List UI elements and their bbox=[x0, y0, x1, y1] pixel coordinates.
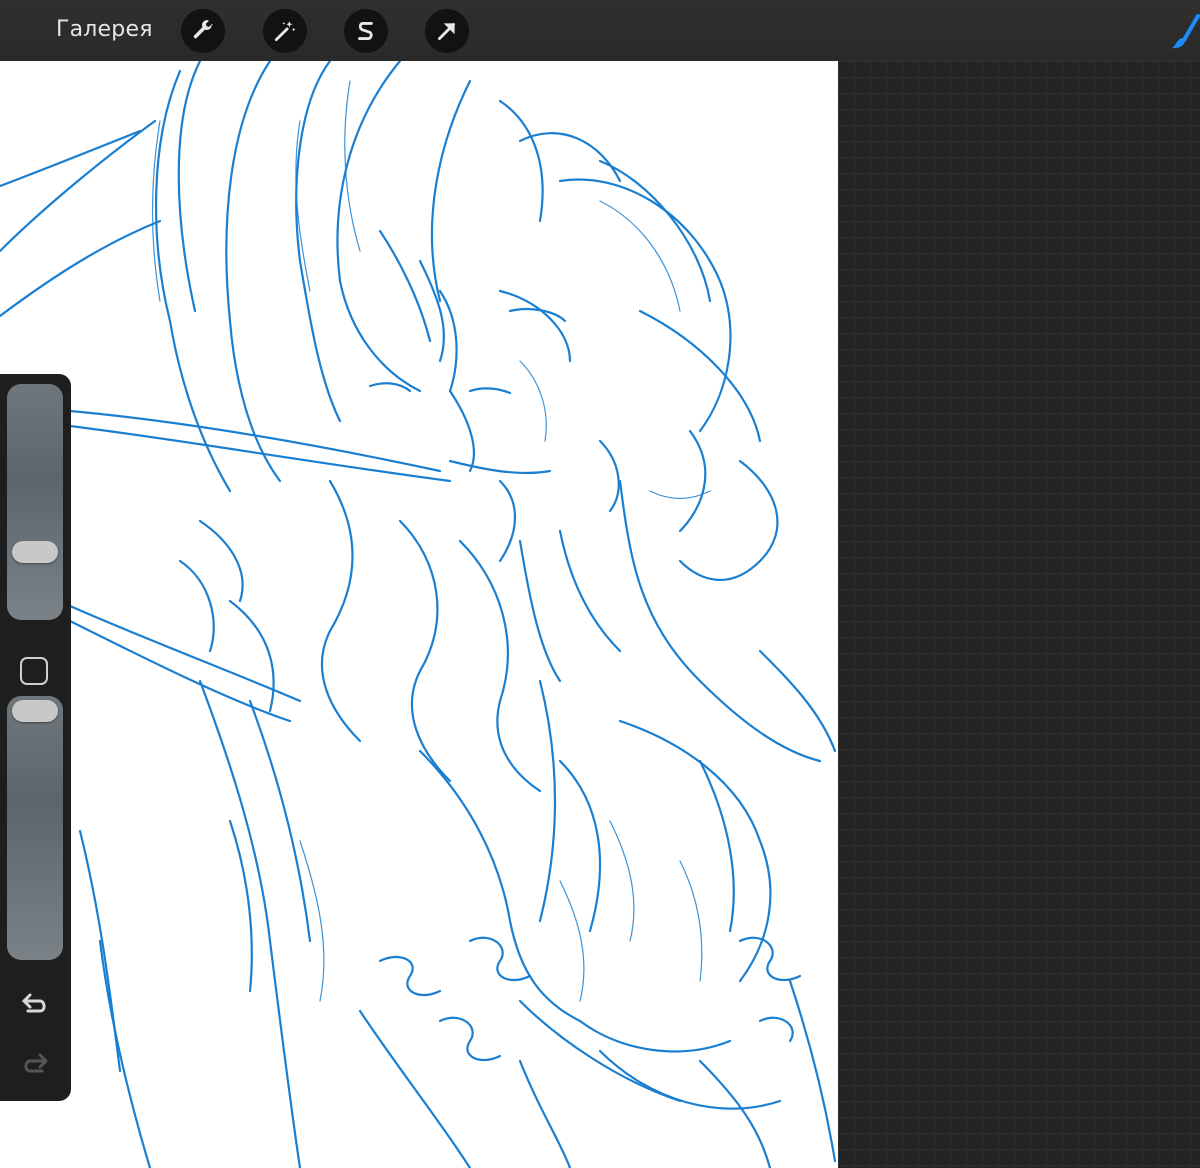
redo-button[interactable] bbox=[18, 1049, 52, 1079]
transform-button[interactable] bbox=[425, 9, 469, 53]
undo-button[interactable] bbox=[18, 989, 52, 1019]
brush-icon[interactable] bbox=[1170, 14, 1200, 50]
wrench-icon bbox=[193, 20, 213, 39]
undo-arrow-icon bbox=[22, 993, 46, 1013]
sketch-artwork bbox=[0, 61, 837, 1168]
canvas-backdrop-grid bbox=[838, 61, 1200, 1168]
magic-wand-icon bbox=[274, 21, 296, 42]
brush-opacity-slider[interactable] bbox=[7, 696, 63, 960]
selection-s-icon bbox=[358, 22, 373, 40]
arrow-cursor-icon bbox=[438, 23, 455, 40]
adjustments-button[interactable] bbox=[263, 9, 307, 53]
brush-sidebar bbox=[0, 374, 71, 1101]
selection-button[interactable] bbox=[344, 9, 388, 53]
actions-button[interactable] bbox=[181, 9, 225, 53]
square-modify-icon[interactable] bbox=[20, 657, 48, 685]
brush-size-slider[interactable] bbox=[7, 384, 63, 620]
drawing-canvas[interactable] bbox=[0, 61, 838, 1168]
brush-size-thumb[interactable] bbox=[12, 541, 58, 563]
redo-arrow-icon bbox=[24, 1053, 48, 1073]
top-toolbar: Галерея bbox=[0, 0, 1200, 61]
brush-opacity-thumb[interactable] bbox=[12, 700, 58, 722]
gallery-button[interactable]: Галерея bbox=[56, 17, 153, 42]
